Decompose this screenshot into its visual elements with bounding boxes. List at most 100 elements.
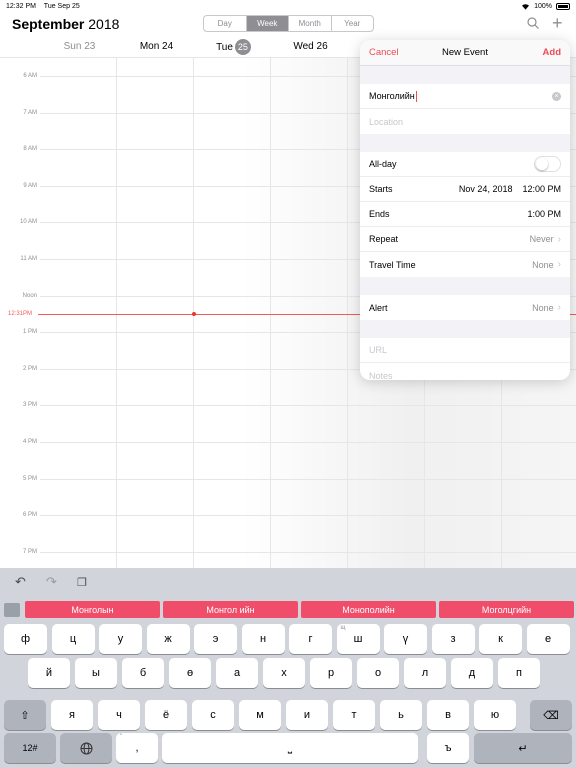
- numbers-key[interactable]: 12#: [4, 733, 56, 763]
- shift-key[interactable]: ⇧: [4, 700, 46, 730]
- allday-toggle[interactable]: [534, 156, 561, 172]
- suggestion-2[interactable]: Монгол ийн: [163, 601, 298, 618]
- title-field[interactable]: Монголийн ×: [360, 84, 570, 109]
- suggestion-4[interactable]: Моголцгийн: [439, 601, 574, 618]
- key-и[interactable]: и: [286, 700, 328, 730]
- return-key[interactable]: ↵: [474, 733, 572, 763]
- url-notes-section: URL Notes: [360, 338, 570, 380]
- key-у[interactable]: у: [99, 624, 142, 654]
- segment-year[interactable]: Year: [332, 16, 374, 31]
- repeat-row[interactable]: Repeat Never ›: [360, 227, 570, 252]
- allday-row: All-day: [360, 152, 570, 177]
- title-value: Монголийн: [369, 91, 415, 101]
- redo-icon[interactable]: ↷: [46, 574, 57, 590]
- starts-row[interactable]: Starts Nov 24, 2018 12:00 PM: [360, 177, 570, 202]
- key-д[interactable]: д: [451, 658, 493, 688]
- globe-key[interactable]: [60, 733, 112, 763]
- travel-time-row[interactable]: Travel Time None ›: [360, 252, 570, 277]
- column-divider: [116, 58, 117, 568]
- hour-label: 5 PM: [22, 475, 37, 482]
- key-ч[interactable]: ч: [98, 700, 140, 730]
- key-ц[interactable]: ц: [51, 624, 95, 654]
- notes-placeholder: Notes: [369, 370, 393, 381]
- hour-label: 6 PM: [22, 512, 37, 519]
- suggestion-1[interactable]: Монголын: [25, 601, 160, 618]
- key-к[interactable]: к: [479, 624, 522, 654]
- battery-percent: 100%: [534, 2, 552, 10]
- key-й[interactable]: й: [28, 658, 70, 688]
- key-а[interactable]: а: [216, 658, 258, 688]
- calendar-header: September 2018 Day Week Month Year +: [0, 12, 576, 36]
- month-title[interactable]: September 2018: [12, 16, 119, 32]
- key-м[interactable]: м: [239, 700, 281, 730]
- key-э[interactable]: э: [194, 624, 237, 654]
- clear-icon[interactable]: ×: [552, 91, 561, 101]
- delete-key[interactable]: ⌫: [530, 700, 572, 730]
- status-time: 12:32 PM: [6, 2, 36, 10]
- current-time-label: 12:31PM: [8, 311, 33, 317]
- key-х[interactable]: х: [263, 658, 305, 688]
- key-б[interactable]: б: [122, 658, 164, 688]
- undo-icon[interactable]: ↶: [15, 574, 26, 590]
- search-icon[interactable]: [526, 16, 540, 30]
- paste-icon[interactable]: ❐: [77, 576, 87, 589]
- key-alt-label: щ: [340, 625, 346, 631]
- hour-line: [40, 478, 576, 480]
- keyboard-menu-icon[interactable]: [4, 603, 20, 617]
- location-placeholder: Location: [369, 116, 404, 127]
- day-header-mon[interactable]: Mon 24: [118, 41, 195, 52]
- segment-day[interactable]: Day: [204, 16, 247, 31]
- key-ш[interactable]: щш: [336, 624, 380, 654]
- starts-label: Starts: [369, 184, 393, 194]
- key-ь[interactable]: ь: [380, 700, 422, 730]
- key-ф[interactable]: ф: [4, 624, 47, 654]
- key-л[interactable]: л: [404, 658, 446, 688]
- hour-label: 11 AM: [20, 256, 37, 262]
- key-ю[interactable]: ю: [474, 700, 516, 730]
- key-ө[interactable]: ө: [169, 658, 211, 688]
- hour-label: 8 AM: [23, 146, 37, 153]
- hour-label: 6 AM: [23, 73, 37, 79]
- key-о[interactable]: о: [357, 658, 399, 688]
- text-caret: [415, 90, 417, 102]
- notes-field[interactable]: Notes: [360, 363, 570, 381]
- segment-week[interactable]: Week: [246, 16, 289, 31]
- suggestion-3[interactable]: Монополийн: [301, 601, 436, 618]
- ends-row[interactable]: Ends 1:00 PM: [360, 202, 570, 227]
- key-р[interactable]: р: [310, 658, 352, 688]
- segment-month[interactable]: Month: [289, 16, 332, 31]
- key-я[interactable]: я: [51, 700, 93, 730]
- key-ж[interactable]: ж: [146, 624, 190, 654]
- add-button[interactable]: Add: [543, 47, 561, 58]
- hard-sign-key[interactable]: ъ: [427, 733, 469, 763]
- key-г[interactable]: г: [289, 624, 332, 654]
- day-header-sun[interactable]: Sun 23: [41, 41, 118, 52]
- key-ё[interactable]: ё: [145, 700, 187, 730]
- title-section: Монголийн × Location: [360, 84, 570, 134]
- day-header-tue[interactable]: Tue 25: [195, 39, 272, 55]
- key-з[interactable]: з: [431, 624, 475, 654]
- key-н[interactable]: н: [241, 624, 285, 654]
- alert-label: Alert: [369, 302, 388, 313]
- hour-line: [40, 442, 576, 443]
- location-field[interactable]: Location: [360, 109, 570, 134]
- key-ү[interactable]: ү: [384, 624, 427, 654]
- suggestion-bar: Монголын Монгол ийн Монополийн Моголцгий…: [0, 601, 576, 619]
- travel-time-value: None: [532, 259, 554, 270]
- key-с[interactable]: с: [192, 700, 234, 730]
- key-в[interactable]: в: [427, 700, 469, 730]
- key-ы[interactable]: ы: [75, 658, 117, 688]
- key-е[interactable]: е: [526, 624, 570, 654]
- key-т[interactable]: т: [333, 700, 375, 730]
- battery-icon: [556, 2, 570, 10]
- today-badge: 25: [234, 39, 251, 55]
- day-header-wed[interactable]: Wed 26: [272, 41, 349, 52]
- starts-time: 12:00 PM: [522, 184, 561, 194]
- space-key[interactable]: ⎵: [162, 733, 418, 763]
- alert-section: Alert None ›: [360, 295, 570, 320]
- add-event-icon[interactable]: +: [552, 13, 563, 34]
- url-field[interactable]: URL: [360, 338, 570, 363]
- alert-row[interactable]: Alert None ›: [360, 295, 570, 320]
- comma-key[interactable]: " ,: [116, 733, 158, 763]
- key-п[interactable]: п: [498, 658, 540, 688]
